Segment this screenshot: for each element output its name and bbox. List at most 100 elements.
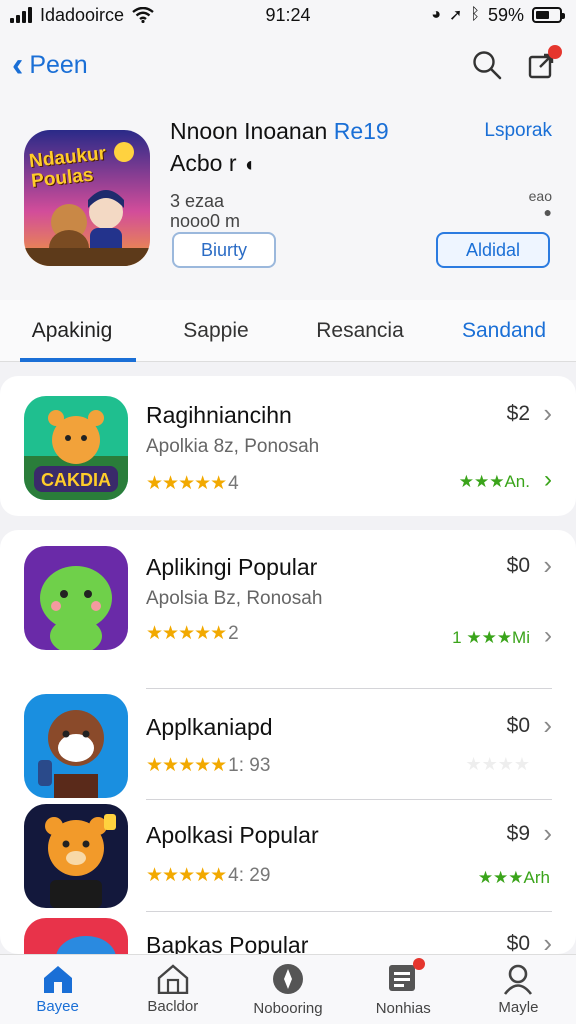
- bottom-tab-inbox[interactable]: Nonhias: [346, 955, 461, 1024]
- price-label: $2: [506, 402, 530, 425]
- bottom-tab-discover[interactable]: Nobooring: [230, 955, 345, 1024]
- chevron-left-icon: ‹: [12, 46, 24, 84]
- search-icon[interactable]: [472, 50, 502, 80]
- star-rating: ★★★★★ 4: [146, 472, 239, 495]
- app-icon: [24, 546, 128, 650]
- price-label: $0: [506, 554, 530, 577]
- back-label: Peen: [29, 50, 88, 79]
- app-name: Applkaniapd: [146, 714, 273, 740]
- app-meta-right-text: eao: [528, 188, 552, 204]
- star-rating: ★★★★★ 4: 29: [146, 864, 270, 887]
- bottom-tab-profile[interactable]: Mayle: [461, 955, 576, 1024]
- chevron-right-icon: ›: [543, 398, 552, 428]
- bottom-tab-home[interactable]: Bayee: [0, 955, 115, 1024]
- inbox-icon-wrap: [387, 958, 426, 996]
- app-subtitle: Acbo r ◖: [170, 150, 255, 177]
- star-rating: ★★★★★ 1: 93: [146, 754, 270, 777]
- list-item[interactable]: Aplikingi Popular Apolsia Bz, Ronosah ★★…: [0, 534, 576, 662]
- lock-rotation-icon: ◕: [431, 6, 441, 23]
- app-header: Ndaukur Poulas Nnoon Inoanan Re19 Acbo r…: [0, 100, 576, 300]
- secondary-rating: ★★★An.: [458, 472, 530, 491]
- list-item[interactable]: CAKDIA Ragihniancihn Apolkia 8z, Ponosah…: [0, 380, 576, 508]
- app-icon-text: CAKDIA: [41, 470, 111, 490]
- chevron-right-icon: ›: [543, 550, 552, 580]
- app-name: Ragihniancihn: [146, 402, 292, 428]
- dot-icon: ●: [543, 204, 552, 220]
- tab-sappie[interactable]: Sappie: [144, 300, 288, 361]
- app-icon: [24, 918, 128, 954]
- chevron-right-icon: ›: [544, 622, 552, 649]
- app-name: Apolkasi Popular: [146, 822, 319, 848]
- chevron-right-icon: ›: [543, 928, 552, 954]
- carrier-label: Idadooirce: [40, 4, 125, 25]
- list-item[interactable]: Bapkas Popular $0 ›: [0, 912, 576, 954]
- tab-bar: Apakinig Sappie Resancia Sandand: [0, 300, 576, 362]
- status-left: Idadooirce: [10, 5, 154, 26]
- chevron-right-icon: ›: [543, 710, 552, 740]
- chevron-right-icon: ›: [544, 466, 552, 493]
- notification-badge: [413, 958, 426, 970]
- app-name: Bapkas Popular: [146, 932, 309, 954]
- app-title: Nnoon Inoanan Re19: [170, 118, 389, 145]
- status-right: ◕ ➚ ᛒ 59%: [431, 4, 565, 26]
- faded-stars: ★★★★: [465, 754, 530, 774]
- tab-sandand[interactable]: Sandand: [432, 300, 576, 361]
- app-icon: [24, 804, 128, 908]
- app-meta-right: eao ●: [529, 188, 552, 220]
- stars-text: ★★★★★: [146, 755, 227, 776]
- list-item[interactable]: Apolkasi Popular ★★★★★ 4: 29 $9 › ★★★Arh: [0, 800, 576, 912]
- developer-link[interactable]: Lsporak: [484, 120, 552, 142]
- rating-count: 4: 29: [228, 865, 271, 886]
- rating-count: 2: [228, 623, 239, 644]
- compass-icon: [273, 964, 303, 994]
- bottom-tab-store[interactable]: Bacldor: [115, 955, 230, 1024]
- half-circle-icon: ◖: [242, 154, 255, 176]
- home-icon: [43, 966, 72, 993]
- tab-resancia[interactable]: Resancia: [288, 300, 432, 361]
- list-item[interactable]: Applkaniapd ★★★★★ 1: 93 $0 › ★★★★: [0, 690, 576, 800]
- rating-count: 4: [228, 473, 239, 494]
- profile-icon: [504, 964, 533, 995]
- signal-icon: [10, 7, 32, 23]
- app-subtitle: Apolsia Bz, Ronosah: [146, 588, 323, 609]
- divider: [146, 688, 552, 689]
- status-time: 91:24: [265, 4, 311, 25]
- nav-actions: [472, 45, 562, 80]
- bottom-tab-label: Nonhias: [375, 1000, 431, 1017]
- battery-icon: [532, 7, 565, 23]
- app-icon[interactable]: Ndaukur Poulas: [24, 130, 150, 266]
- app-meta: 3 ezaa nooo0 m: [170, 191, 241, 231]
- app-name: Aplikingi Popular: [146, 554, 318, 580]
- bottom-tab-label: Mayle: [498, 999, 539, 1016]
- price-label: $0: [506, 932, 530, 954]
- rating-count: 1: 93: [228, 755, 271, 776]
- star-rating: ★★★★★ 2: [146, 622, 239, 645]
- location-icon: ➚: [448, 7, 463, 24]
- app-subtitle: Apolkia 8z, Ponosah: [146, 436, 320, 457]
- bottom-tab-label: Nobooring: [253, 1000, 323, 1017]
- bottom-tab-label: Bacldor: [147, 998, 199, 1015]
- share-button[interactable]: [528, 45, 562, 79]
- back-button[interactable]: ‹ Peen: [12, 48, 88, 82]
- stars-text: ★★★★★: [146, 865, 227, 886]
- nav-bar: ‹ Peen: [0, 30, 576, 100]
- app-title-accent: Re19: [333, 118, 389, 144]
- app-icon: CAKDIA: [24, 396, 128, 500]
- chevron-right-icon: ›: [543, 818, 552, 848]
- app-title-text: Nnoon Inoanan: [170, 118, 328, 144]
- wifi-icon: [132, 7, 154, 23]
- secondary-rating: 1 ★★★Mi: [452, 628, 530, 647]
- add-button[interactable]: Aldidal: [436, 232, 550, 268]
- tab-apakinig[interactable]: Apakinig: [0, 300, 144, 362]
- price-label: $9: [506, 822, 530, 845]
- battery-percent: 59%: [487, 4, 524, 25]
- bottom-tab-label: Bayee: [36, 998, 79, 1015]
- bluetooth-icon: ᛒ: [470, 6, 480, 23]
- store-icon: [157, 964, 188, 994]
- stars-text: ★★★★★: [146, 623, 227, 644]
- secondary-rating: ★★★Arh: [477, 868, 550, 887]
- bottom-tab-bar: Bayee Bacldor Nobooring Nonhias Mayle: [0, 954, 576, 1024]
- stars-text: ★★★★★: [146, 473, 227, 494]
- notification-badge: [548, 45, 562, 59]
- get-button[interactable]: Biurty: [172, 232, 276, 268]
